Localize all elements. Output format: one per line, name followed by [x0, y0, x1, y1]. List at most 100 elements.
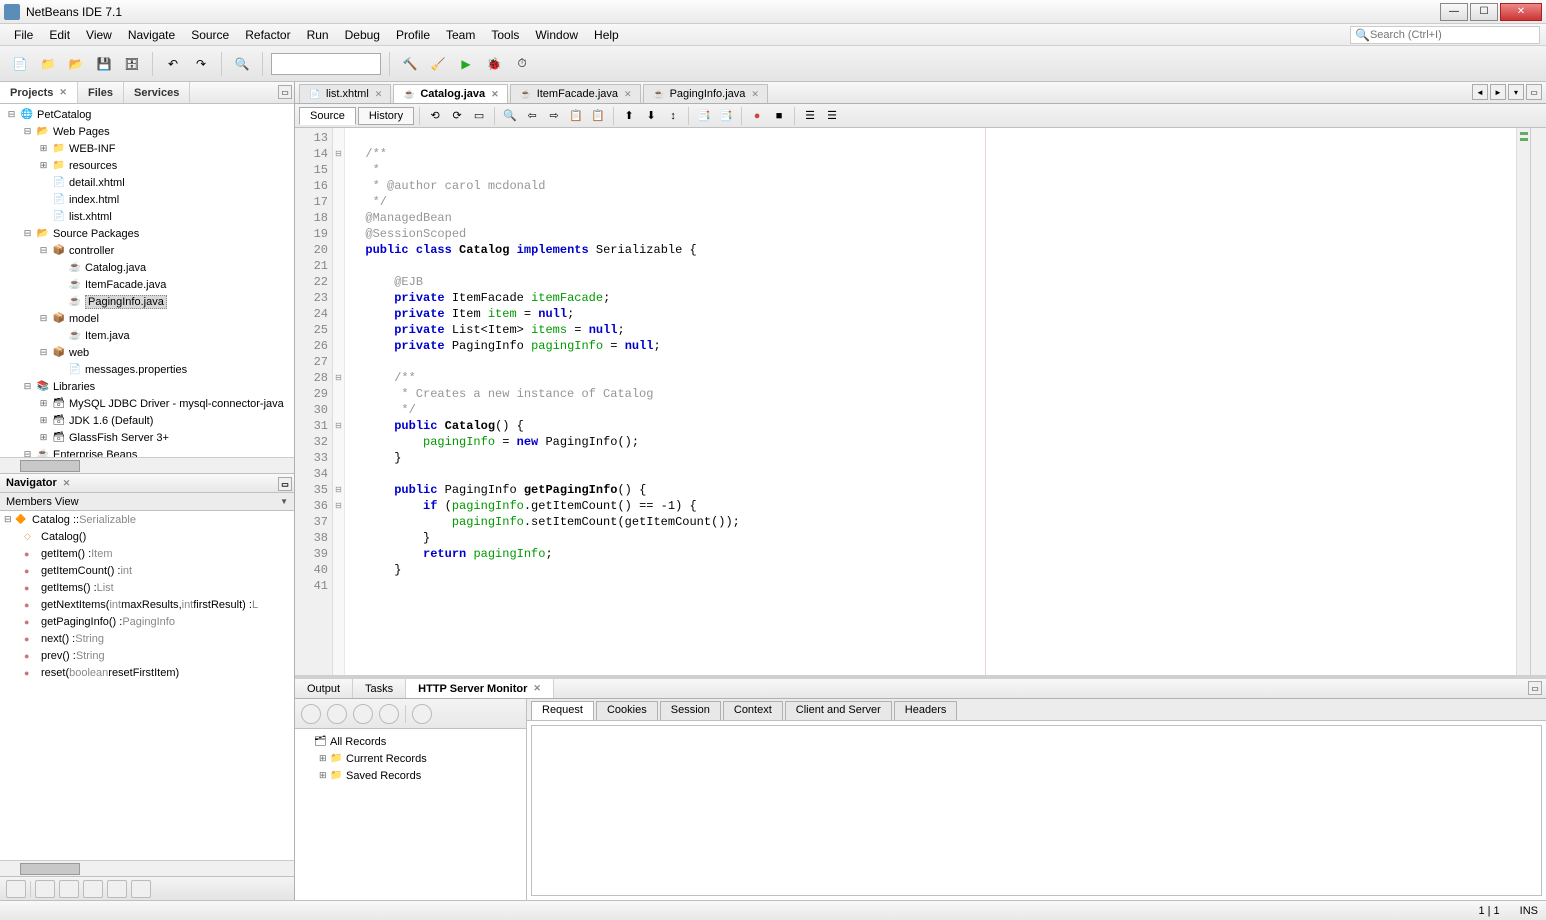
scroll-left-button[interactable]: ◄	[1472, 84, 1488, 100]
minimize-panel-button[interactable]: ▭	[278, 477, 292, 491]
tree-node[interactable]: 📄list.xhtml	[2, 208, 292, 225]
tree-node[interactable]: 📄messages.properties	[2, 361, 292, 378]
navigator-member[interactable]: ●getItems() : List	[0, 579, 294, 596]
close-icon[interactable]: ✕	[751, 89, 759, 100]
menu-run[interactable]: Run	[299, 26, 337, 44]
filter-button[interactable]	[83, 880, 103, 898]
editor-tab[interactable]: ☕PagingInfo.java✕	[643, 84, 768, 103]
monitor-subtab[interactable]: Cookies	[596, 701, 658, 720]
monitor-subtab[interactable]: Headers	[894, 701, 958, 720]
tree-node[interactable]: ☕Catalog.java	[2, 259, 292, 276]
profile-button[interactable]: ⏱	[510, 52, 534, 76]
tree-node[interactable]: ⊞🗃MySQL JDBC Driver - mysql-connector-ja…	[2, 395, 292, 412]
navigator-class-node[interactable]: ⊟ 🔶 Catalog :: Serializable	[0, 511, 294, 528]
close-icon[interactable]: ✕	[375, 89, 383, 100]
source-mode-button[interactable]: Source	[299, 107, 356, 125]
new-project-button[interactable]: 📁	[36, 52, 60, 76]
maximize-editor-button[interactable]: ▭	[1526, 84, 1542, 100]
editor-button[interactable]: 📑	[694, 107, 714, 125]
menu-view[interactable]: View	[78, 26, 120, 44]
tree-node[interactable]: ⊞🗃JDK 1.6 (Default)	[2, 412, 292, 429]
tree-hscrollbar[interactable]	[0, 457, 294, 473]
editor-button[interactable]: ↕	[663, 107, 683, 125]
monitor-subtab[interactable]: Client and Server	[785, 701, 892, 720]
debug-button[interactable]: 🐞	[482, 52, 506, 76]
navigator-member[interactable]: ●getItem() : Item	[0, 545, 294, 562]
tab-output[interactable]: Output	[295, 679, 353, 698]
redo-button[interactable]: ↷	[189, 52, 213, 76]
menu-help[interactable]: Help	[586, 26, 627, 44]
tree-node[interactable]: ☕PagingInfo.java	[2, 293, 292, 310]
filter-button[interactable]	[35, 880, 55, 898]
tab-list-button[interactable]: ▾	[1508, 84, 1524, 100]
editor-button[interactable]: 📋	[588, 107, 608, 125]
history-mode-button[interactable]: History	[358, 107, 414, 125]
menu-team[interactable]: Team	[438, 26, 483, 44]
open-button[interactable]: 📂	[64, 52, 88, 76]
find-button[interactable]: 🔍	[230, 52, 254, 76]
maximize-button[interactable]: ☐	[1470, 3, 1498, 21]
tab-services[interactable]: Services	[124, 82, 190, 103]
editor-tab[interactable]: ☕Catalog.java✕	[393, 84, 507, 103]
menu-tools[interactable]: Tools	[483, 26, 527, 44]
tree-node[interactable]: ⊟📚Libraries	[2, 378, 292, 395]
tree-node[interactable]: ⊟📂Source Packages	[2, 225, 292, 242]
undo-button[interactable]: ↶	[161, 52, 185, 76]
line-gutter[interactable]: 1314151617181920212223242526272829303132…	[295, 128, 333, 675]
search-input[interactable]	[1370, 29, 1530, 41]
editor-button[interactable]: ⟲	[425, 107, 445, 125]
tab-http-monitor[interactable]: HTTP Server Monitor✕	[406, 679, 554, 698]
monitor-button[interactable]	[301, 704, 321, 724]
records-node[interactable]: 🗂All Records	[299, 733, 522, 750]
menu-debug[interactable]: Debug	[337, 26, 388, 44]
filter-button[interactable]	[107, 880, 127, 898]
editor-button[interactable]: ⇨	[544, 107, 564, 125]
tab-files[interactable]: Files	[78, 82, 124, 103]
close-icon[interactable]: ✕	[59, 87, 67, 98]
tree-node[interactable]: ⊟📦controller	[2, 242, 292, 259]
navigator-member[interactable]: ●prev() : String	[0, 647, 294, 664]
menu-source[interactable]: Source	[183, 26, 237, 44]
code-content[interactable]: /** * * @author carol mcdonald */ @Manag…	[345, 128, 1516, 675]
tree-node[interactable]: ⊟📦web	[2, 344, 292, 361]
monitor-records-tree[interactable]: 🗂All Records⊞📁Current Records⊞📁Saved Rec…	[295, 729, 526, 900]
navigator-tree[interactable]: ⊟ 🔶 Catalog :: Serializable ◇Catalog()●g…	[0, 511, 294, 860]
scroll-right-button[interactable]: ►	[1490, 84, 1506, 100]
tree-node[interactable]: ⊞🗃GlassFish Server 3+	[2, 429, 292, 446]
editor-button[interactable]: ▭	[469, 107, 489, 125]
monitor-button[interactable]	[327, 704, 347, 724]
editor-button[interactable]: ■	[769, 107, 789, 125]
navigator-member[interactable]: ●reset(boolean resetFirstItem)	[0, 664, 294, 681]
tab-tasks[interactable]: Tasks	[353, 679, 406, 698]
tree-node[interactable]: ⊟🌐PetCatalog	[2, 106, 292, 123]
search-box[interactable]: 🔍	[1350, 26, 1540, 44]
tree-node[interactable]: ☕Item.java	[2, 327, 292, 344]
save-button[interactable]: 💾	[92, 52, 116, 76]
save-all-button[interactable]: 🗄	[120, 52, 144, 76]
close-button[interactable]: ✕	[1500, 3, 1542, 21]
editor-button[interactable]: ⇦	[522, 107, 542, 125]
code-editor[interactable]: 1314151617181920212223242526272829303132…	[295, 128, 1546, 675]
minimize-button[interactable]: —	[1440, 3, 1468, 21]
editor-button[interactable]: 📑	[716, 107, 736, 125]
editor-button[interactable]: ⟳	[447, 107, 467, 125]
close-icon[interactable]: ✕	[491, 89, 499, 100]
close-icon[interactable]: ✕	[624, 89, 632, 100]
editor-vscrollbar[interactable]	[1530, 128, 1546, 675]
tree-node[interactable]: ⊟📦model	[2, 310, 292, 327]
editor-button[interactable]: ●	[747, 107, 767, 125]
tree-node[interactable]: ☕ItemFacade.java	[2, 276, 292, 293]
monitor-button[interactable]	[353, 704, 373, 724]
editor-button[interactable]: ⬆	[619, 107, 639, 125]
tree-node[interactable]: ⊞📁resources	[2, 157, 292, 174]
navigator-member[interactable]: ●next() : String	[0, 630, 294, 647]
tab-projects[interactable]: Projects✕	[0, 82, 78, 103]
tree-node[interactable]: ⊟☕Enterprise Beans	[2, 446, 292, 457]
new-file-button[interactable]: 📄	[8, 52, 32, 76]
monitor-subtab[interactable]: Context	[723, 701, 783, 720]
members-view-combo[interactable]: Members View▼	[0, 493, 294, 511]
records-node[interactable]: ⊞📁Saved Records	[299, 767, 522, 784]
project-tree[interactable]: ⊟🌐PetCatalog⊟📂Web Pages⊞📁WEB-INF⊞📁resour…	[0, 104, 294, 457]
editor-button[interactable]: ☰	[800, 107, 820, 125]
editor-button[interactable]: 📋	[566, 107, 586, 125]
